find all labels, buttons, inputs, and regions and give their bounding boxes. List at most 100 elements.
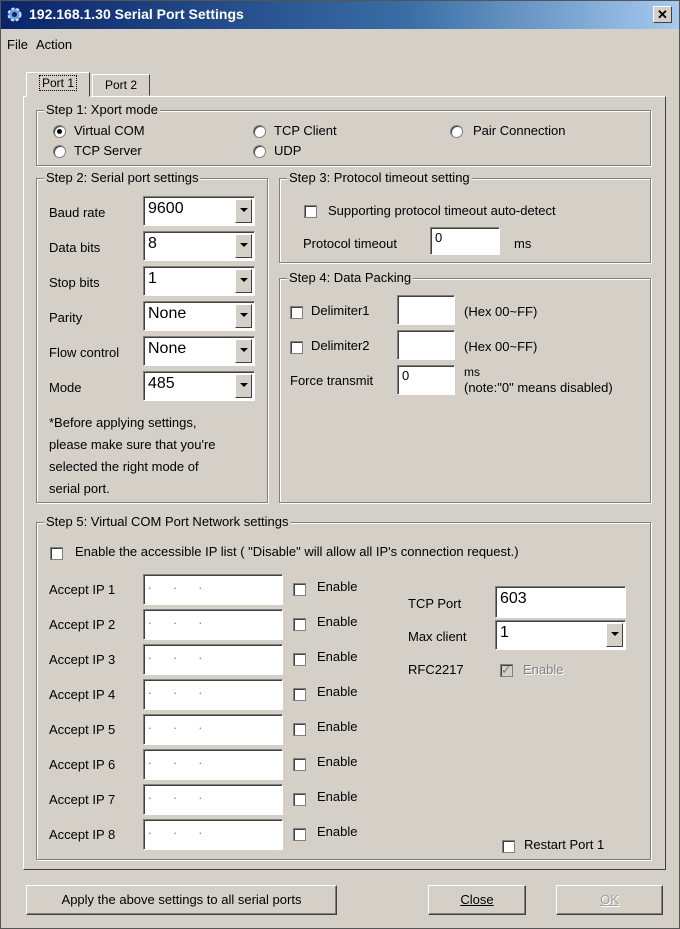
parity-value: None [148,305,187,322]
protocol-timeout-input[interactable]: 0 [430,227,500,255]
delimiter2-input[interactable] [397,330,455,360]
tab-port-1[interactable]: Port 1 [26,72,90,97]
note-line-4: serial port. [49,481,110,496]
radio-tcp-server[interactable] [53,145,66,158]
ip-dots: . . . [148,577,212,592]
close-button[interactable]: Close [428,885,526,915]
rfc2217-enable-checkbox [500,662,513,678]
accept-ip-6-enable-checkbox[interactable] [293,758,306,771]
accept-ip-2-enable-label: Enable [317,614,358,629]
ip-dots: . . . [148,787,212,802]
step4-group: Step 4: Data Packing Delimiter1 (Hex 00~… [279,270,651,503]
data-bits-select[interactable]: 8 [143,231,255,261]
delimiter2-checkbox[interactable] [290,341,303,354]
radio-virtual-com-label: Virtual COM [74,123,145,138]
accept-ip-7-input[interactable]: . . . [143,784,283,815]
accept-ip-1-enable-checkbox[interactable] [293,583,306,596]
ip-dots: . . . [148,682,212,697]
accept-ip-5-enable-label: Enable [317,719,358,734]
radio-tcp-client[interactable] [253,125,266,138]
settings-window: 192.168.1.30 Serial Port Settings ✕ File… [0,0,680,929]
gear-icon [7,7,22,22]
window-title: 192.168.1.30 Serial Port Settings [29,6,244,22]
accept-ip-4-enable-checkbox[interactable] [293,688,306,701]
accept-ip-3-enable-checkbox[interactable] [293,653,306,666]
accept-ip-1-input[interactable]: . . . [143,574,283,605]
accept-ip-2-input[interactable]: . . . [143,609,283,640]
chevron-down-icon[interactable] [235,339,252,363]
chevron-down-icon[interactable] [235,269,252,293]
force-transmit-unit: ms [464,365,480,379]
accept-ip-8-input[interactable]: . . . [143,819,283,850]
stop-bits-select[interactable]: 1 [143,266,255,296]
max-client-label: Max client [408,629,467,644]
flow-control-label: Flow control [49,345,120,360]
radio-virtual-com[interactable] [53,125,66,138]
accept-ip-3-enable-label: Enable [317,649,358,664]
flow-control-value: None [148,340,187,357]
chevron-down-icon[interactable] [606,623,623,647]
accept-ip-7-enable-checkbox[interactable] [293,793,306,806]
accept-ip-6-label: Accept IP 6 [49,757,116,772]
radio-pair-connection-label: Pair Connection [473,123,566,138]
accept-ip-5-enable-checkbox[interactable] [293,723,306,736]
step2-title: Step 2: Serial port settings [44,170,201,185]
chevron-down-icon[interactable] [235,234,252,258]
accept-ip-6-input[interactable]: . . . [143,749,283,780]
accept-ip-8-label: Accept IP 8 [49,827,116,842]
data-bits-value: 8 [148,235,157,252]
tab-port-2[interactable]: Port 2 [92,74,150,96]
note-line-1: *Before applying settings, [49,415,197,430]
radio-udp[interactable] [253,145,266,158]
accept-ip-6-enable-label: Enable [317,754,358,769]
mode-select[interactable]: 485 [143,371,255,401]
chevron-down-icon[interactable] [235,304,252,328]
tcp-port-input[interactable]: 603 [495,586,626,618]
menu-file[interactable]: File [7,37,28,52]
accept-ip-7-label: Accept IP 7 [49,792,116,807]
title-bar[interactable]: 192.168.1.30 Serial Port Settings ✕ [1,1,679,29]
radio-pair-connection[interactable] [450,125,463,138]
accept-ip-5-label: Accept IP 5 [49,722,116,737]
flow-control-select[interactable]: None [143,336,255,366]
max-client-value: 1 [500,624,509,641]
step1-title: Step 1: Xport mode [44,102,161,117]
close-button-label: Close [460,892,494,907]
restart-port-label: Restart Port 1 [524,837,605,852]
mode-value: 485 [148,375,175,392]
accept-ip-1-label: Accept IP 1 [49,582,116,597]
delimiter1-input[interactable] [397,295,455,325]
force-transmit-input[interactable]: 0 [397,365,455,395]
max-client-select[interactable]: 1 [495,620,626,650]
accept-ip-5-input[interactable]: . . . [143,714,283,745]
restart-port-checkbox[interactable] [502,840,515,853]
parity-label: Parity [49,310,83,325]
parity-select[interactable]: None [143,301,255,331]
accept-ip-4-label: Accept IP 4 [49,687,116,702]
autodetect-label: Supporting protocol timeout auto-detect [328,203,556,218]
step4-title: Step 4: Data Packing [287,270,414,285]
step3-group: Step 3: Protocol timeout setting Support… [279,170,651,263]
ip-dots: . . . [148,822,212,837]
chevron-down-icon[interactable] [235,199,252,223]
apply-all-ports-button[interactable]: Apply the above settings to all serial p… [26,885,337,915]
accept-ip-4-enable-label: Enable [317,684,358,699]
accept-ip-3-input[interactable]: . . . [143,644,283,675]
enable-ip-list-checkbox[interactable] [50,547,63,560]
accept-ip-7-enable-label: Enable [317,789,358,804]
radio-tcp-server-label: TCP Server [74,143,142,158]
autodetect-checkbox[interactable] [304,205,317,218]
menu-action[interactable]: Action [36,37,72,52]
protocol-timeout-label: Protocol timeout [303,236,397,251]
delimiter1-checkbox[interactable] [290,306,303,319]
accept-ip-2-label: Accept IP 2 [49,617,116,632]
accept-ip-4-input[interactable]: . . . [143,679,283,710]
chevron-down-icon[interactable] [235,374,252,398]
accept-ip-2-enable-checkbox[interactable] [293,618,306,631]
baud-rate-select[interactable]: 9600 [143,196,255,226]
close-window-button[interactable]: ✕ [653,6,672,23]
data-bits-label: Data bits [49,240,101,255]
radio-udp-label: UDP [274,143,302,158]
accept-ip-8-enable-checkbox[interactable] [293,828,306,841]
ip-dots: . . . [148,717,212,732]
